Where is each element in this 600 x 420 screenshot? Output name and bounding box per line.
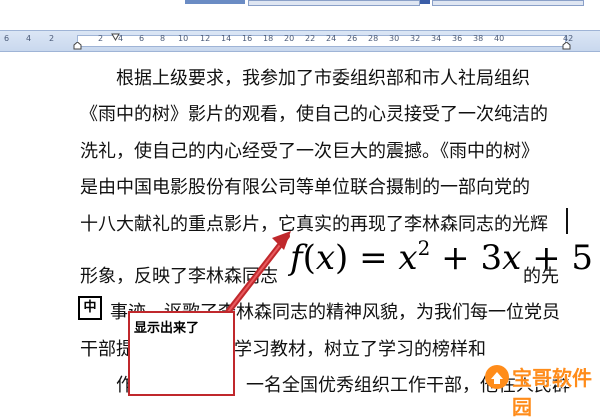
ruler-number: 36 <box>452 34 463 43</box>
watermark-logo-icon <box>485 365 509 389</box>
document-line: 学习教材，树立了学习的榜样和 <box>234 339 486 360</box>
ruler-number: 16 <box>242 34 253 43</box>
left-indent-marker[interactable] <box>73 42 82 50</box>
watermark: 宝哥软件园 <box>484 358 596 419</box>
ruler-number: 26 <box>347 34 358 43</box>
ruler-number: 10 <box>178 34 189 43</box>
ruler-number: 4 <box>26 34 32 43</box>
equation-text: x <box>398 238 418 278</box>
toolbar-strip <box>0 0 600 30</box>
ruler-number: 20 <box>284 34 295 43</box>
equation-text: x <box>315 238 336 278</box>
ruler-number: 6 <box>139 34 145 43</box>
equation-text: ) <box>335 238 349 278</box>
watermark-text: 宝哥软件园 <box>512 366 592 419</box>
document-line: 洗礼，使自己的内心经受了一次巨大的震撼。《雨中的树》 <box>80 141 539 162</box>
toolbar-remnant <box>420 0 430 4</box>
horizontal-ruler[interactable]: 6 4 2 2 4 6 8 10 12 14 16 18 20 22 24 26… <box>0 30 600 52</box>
equation-text: 2 <box>417 236 431 260</box>
ruler-number: 28 <box>368 34 379 43</box>
document-line: 《雨中的树》影片的观看，使自己的心灵接受了一次纯洁的 <box>80 104 548 125</box>
document-line: 根据上级要求，我参加了市委组织部和市人社局组织 <box>116 68 530 89</box>
ruler-number: 34 <box>431 34 442 43</box>
equation-text: = <box>348 238 399 278</box>
ruler-text-area <box>77 35 566 47</box>
right-indent-marker[interactable] <box>562 42 571 50</box>
ruler-number: 38 <box>473 34 484 43</box>
ruler-number: 8 <box>160 34 166 43</box>
equation-text: x <box>502 238 522 278</box>
ruler-number: 14 <box>221 34 232 43</box>
ruler-number: 32 <box>410 34 421 43</box>
document-line: 十八大献礼的重点影片，它真实的再现了李林森同志的光辉 <box>80 214 548 235</box>
ruler-number: 30 <box>389 34 400 43</box>
equation-text: + 3 <box>430 238 503 278</box>
toolbar-remnant <box>248 0 420 6</box>
ruler-number: 24 <box>326 34 337 43</box>
toolbar-remnant <box>185 0 245 4</box>
toolbar-remnant <box>432 0 584 6</box>
equation-text: ( <box>302 238 316 278</box>
ime-status-indicator[interactable]: 中 <box>78 296 102 320</box>
ruler-number: 6 <box>4 34 10 43</box>
equation-text: f <box>290 238 303 278</box>
callout-text: 显示出来了 <box>134 321 200 336</box>
ruler-number: 12 <box>200 34 211 43</box>
document-line: 是由中国电影股份有限公司等单位联合摄制的一部向党的 <box>80 177 530 198</box>
ruler-number: 2 <box>49 34 55 43</box>
document-line: 形象，反映了李林森同志 <box>80 266 278 287</box>
first-line-indent-marker[interactable] <box>111 33 120 41</box>
ruler-number: 18 <box>263 34 274 43</box>
document-line: 干部提 <box>80 339 134 360</box>
ruler-number: 22 <box>305 34 316 43</box>
annotation-callout: 显示出来了 <box>128 311 235 396</box>
text-cursor <box>566 208 568 234</box>
document-line: 的先 <box>523 266 559 287</box>
ruler-number: 40 <box>494 34 505 43</box>
ruler-number: 2 <box>98 34 104 43</box>
